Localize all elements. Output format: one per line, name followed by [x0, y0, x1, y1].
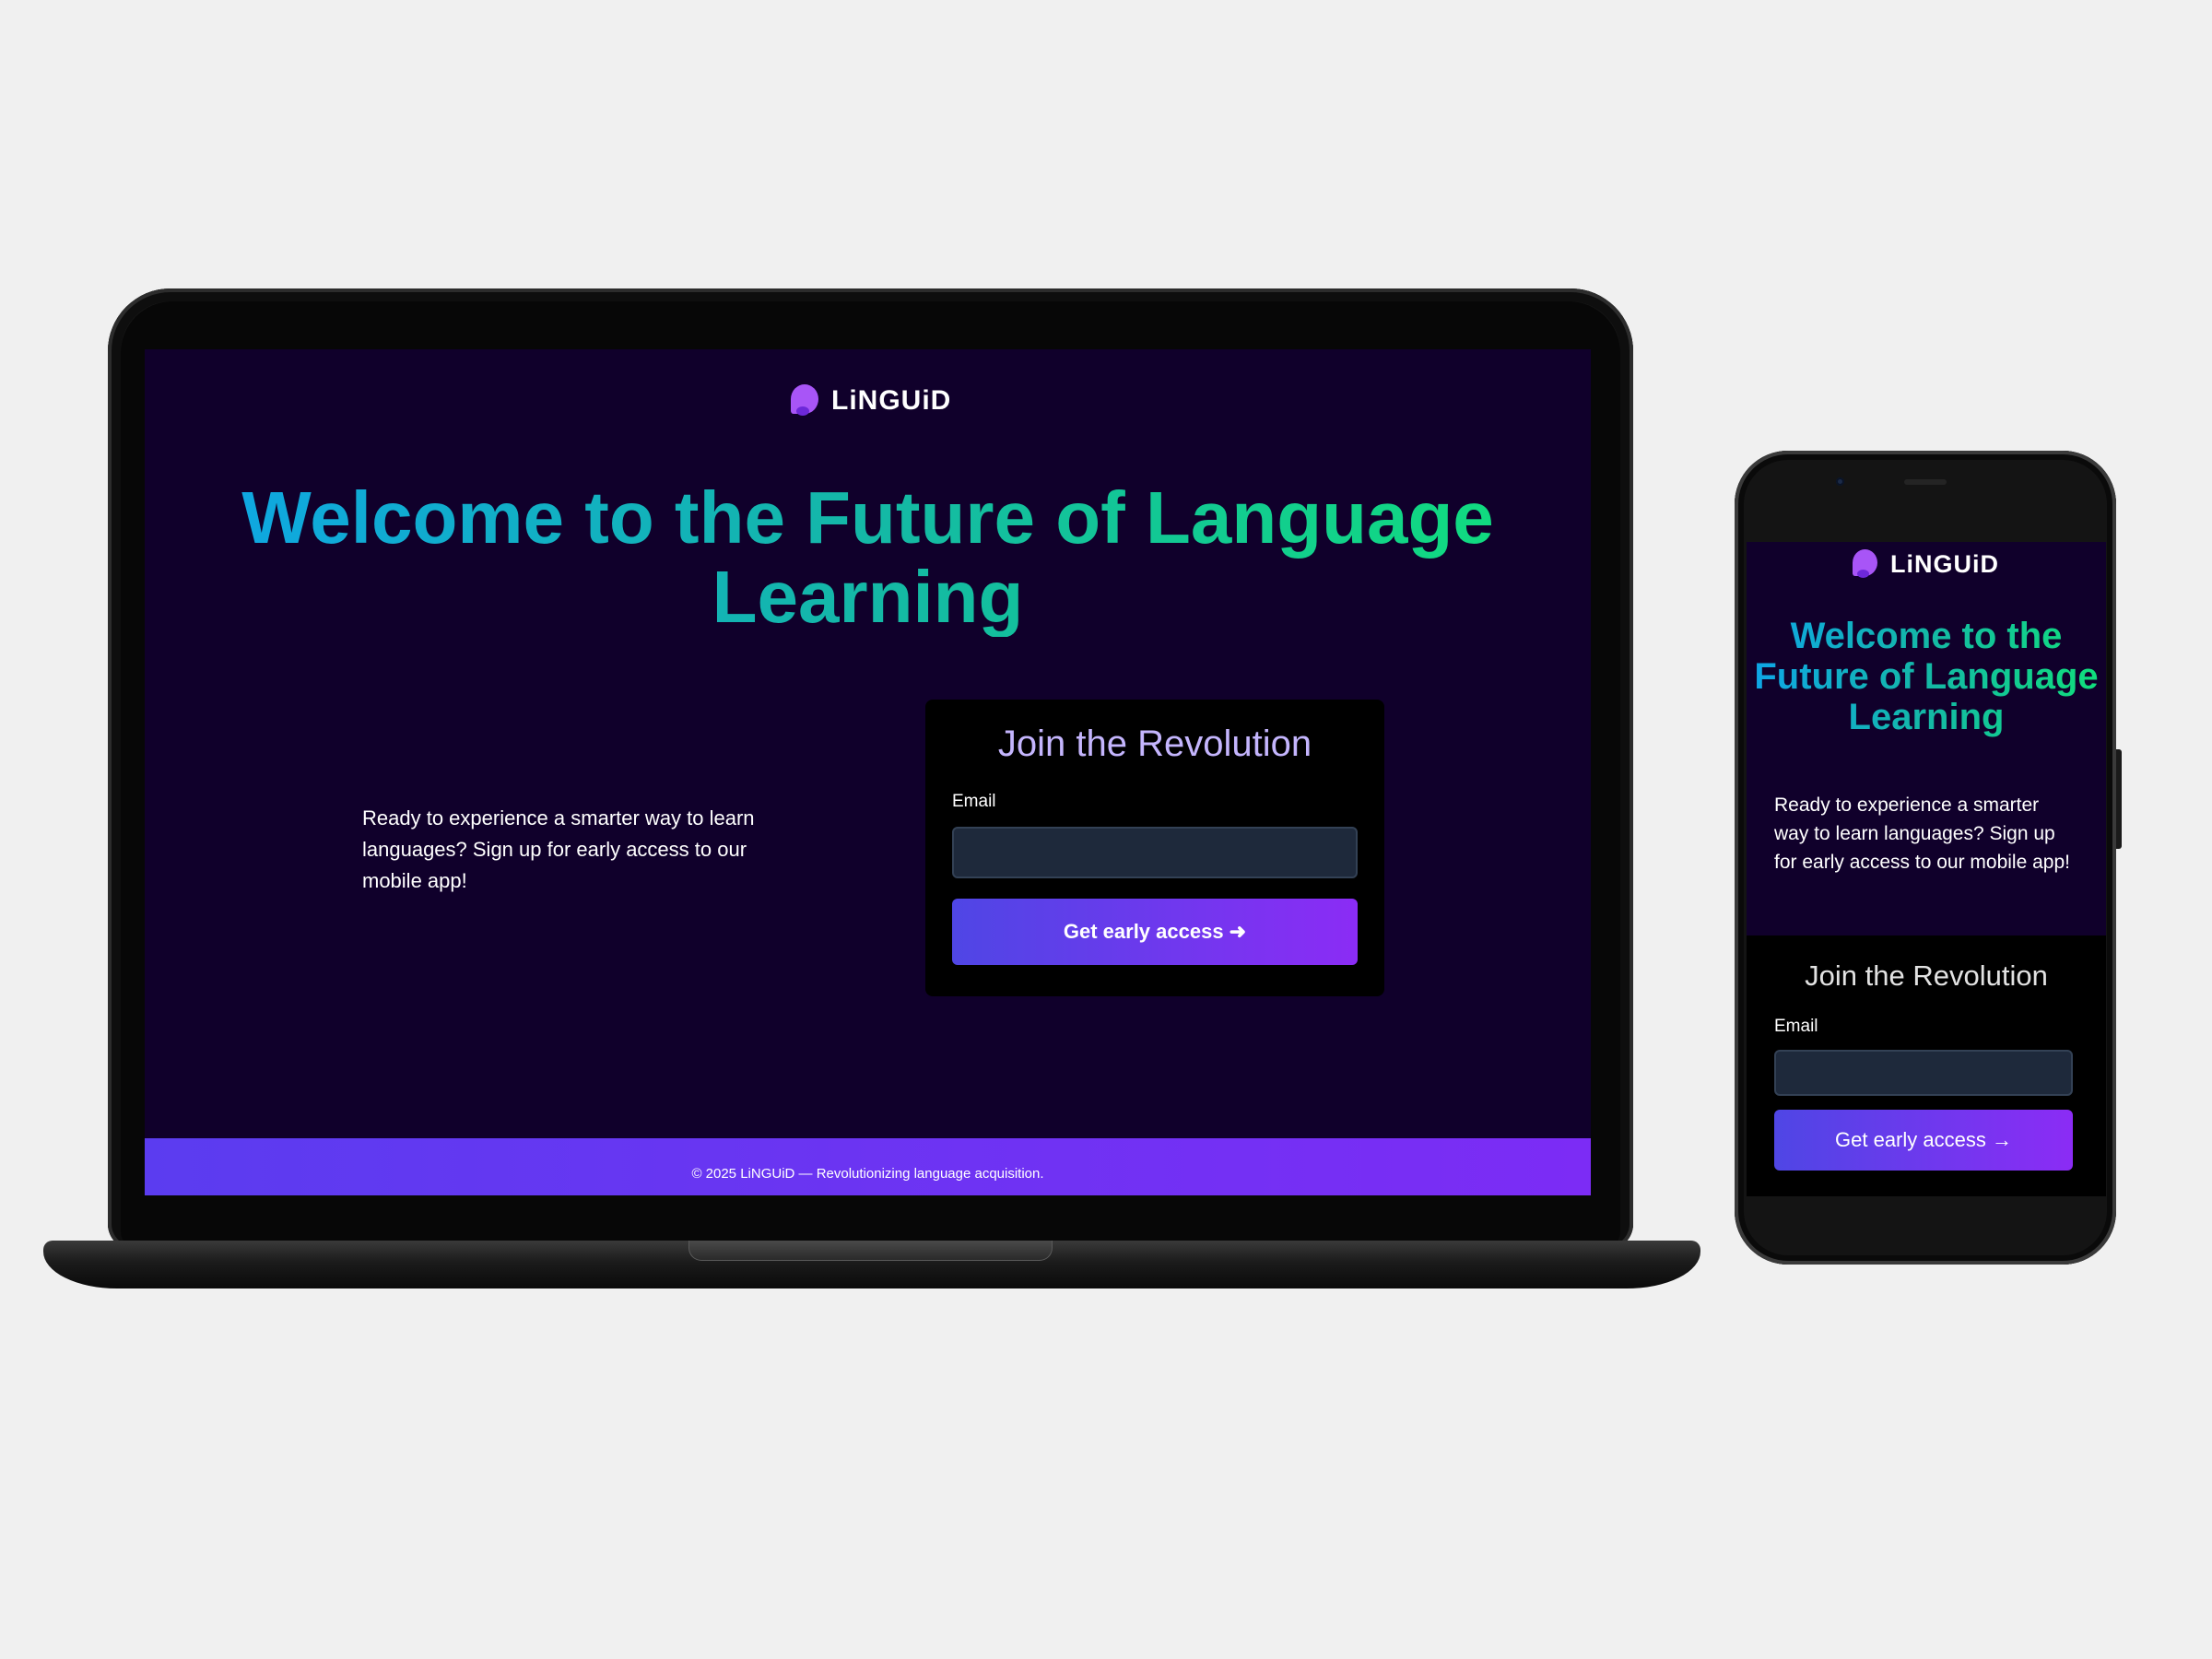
phone-email-input[interactable]	[1774, 1050, 2073, 1096]
phone-speaker	[1904, 479, 1947, 485]
phone-side-button	[2116, 749, 2122, 849]
linguid-logo-icon	[1848, 547, 1881, 581]
linguid-logo-icon	[785, 382, 822, 419]
signup-card: Join the Revolution Email Get early acce…	[925, 700, 1384, 996]
get-early-access-button[interactable]: Get early access ➜	[952, 899, 1358, 965]
phone-brand-logo[interactable]: LiNGUiD	[1848, 547, 1999, 581]
signup-title: Join the Revolution	[997, 724, 1312, 764]
phone-get-early-access-button[interactable]: Get early access →	[1774, 1110, 2073, 1171]
phone-brand-name: LiNGUiD	[1890, 549, 1999, 578]
brand-name: LiNGUiD	[831, 385, 952, 416]
hero-description: Ready to experience a smarter way to lea…	[362, 806, 755, 892]
hero-title: Welcome to the Future of Language Learni…	[145, 478, 1591, 637]
laptop-hinge-notch	[688, 1241, 1053, 1261]
phone-hero-description: Ready to experience a smarter way to lea…	[1774, 794, 2070, 873]
email-label: Email	[952, 792, 996, 811]
phone-signup-card: Join the Revolution Email Get early acce…	[1747, 935, 2106, 1196]
phone-email-label: Email	[1774, 1017, 1818, 1036]
phone-screen: LiNGUiD Welcome to the Future of Languag…	[1747, 542, 2106, 1196]
phone-camera-icon	[1836, 477, 1844, 486]
brand-logo[interactable]: LiNGUiD	[785, 382, 951, 419]
footer-text: © 2025 LiNGUiD — Revolutionizing languag…	[691, 1165, 1044, 1182]
phone-hero: LiNGUiD Welcome to the Future of Languag…	[1747, 542, 2106, 935]
footer: © 2025 LiNGUiD — Revolutionizing languag…	[145, 1138, 1591, 1195]
phone-signup-title: Join the Revolution	[1805, 959, 2048, 992]
email-input[interactable]	[952, 827, 1358, 878]
laptop-screen: LiNGUiD Welcome to the Future of Languag…	[145, 349, 1591, 1195]
phone-hero-title: Welcome to the Future of Language Learni…	[1747, 616, 2106, 737]
